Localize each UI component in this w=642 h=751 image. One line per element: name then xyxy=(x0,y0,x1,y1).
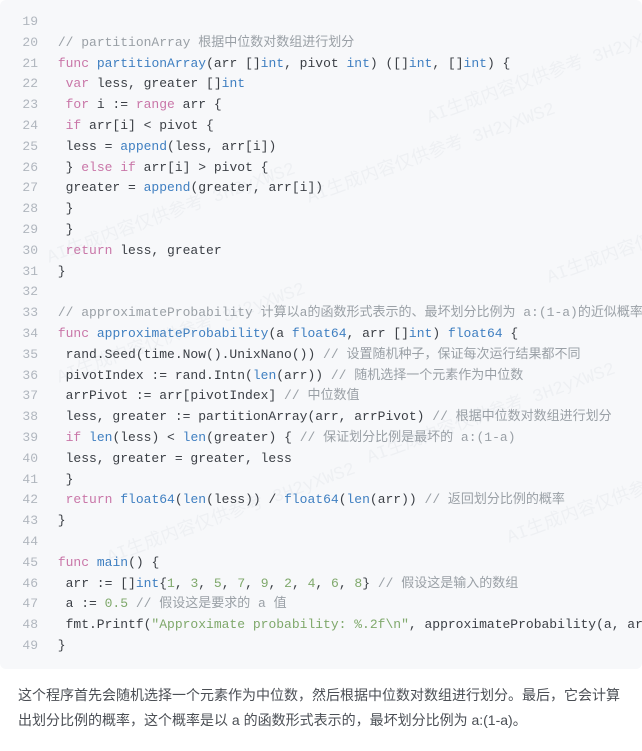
code-line: 40 less, greater = greater, less xyxy=(0,449,642,470)
code-content: less = append(less, arr[i]) xyxy=(50,137,642,158)
code-line: 49 } xyxy=(0,636,642,657)
code-content xyxy=(50,532,642,553)
code-line: 24 if arr[i] < pivot { xyxy=(0,116,642,137)
line-number: 45 xyxy=(0,553,50,574)
line-number: 23 xyxy=(0,95,50,116)
code-line: 47 a := 0.5 // 假设这是要求的 a 值 xyxy=(0,594,642,615)
code-content: arrPivot := arr[pivotIndex] // 中位数值 xyxy=(50,386,642,407)
code-content: arr := []int{1, 3, 5, 7, 9, 2, 4, 6, 8} … xyxy=(50,574,642,595)
line-number: 20 xyxy=(0,33,50,54)
line-number: 33 xyxy=(0,303,50,324)
code-line: 37 arrPivot := arr[pivotIndex] // 中位数值 xyxy=(0,386,642,407)
line-number: 36 xyxy=(0,366,50,387)
line-number: 22 xyxy=(0,74,50,95)
code-content: less, greater := partitionArray(arr, arr… xyxy=(50,407,642,428)
code-line: 38 less, greater := partitionArray(arr, … xyxy=(0,407,642,428)
line-number: 35 xyxy=(0,345,50,366)
code-line: 30 return less, greater xyxy=(0,241,642,262)
line-number: 34 xyxy=(0,324,50,345)
line-number: 27 xyxy=(0,178,50,199)
line-number: 19 xyxy=(0,12,50,33)
line-number: 47 xyxy=(0,594,50,615)
code-content: } xyxy=(50,470,642,491)
code-content: func partitionArray(arr []int, pivot int… xyxy=(50,54,642,75)
line-number: 40 xyxy=(0,449,50,470)
code-content: } xyxy=(50,220,642,241)
code-content: // partitionArray 根据中位数对数组进行划分 xyxy=(50,33,642,54)
line-number: 48 xyxy=(0,615,50,636)
code-line: 33 // approximateProbability 计算以a的函数形式表示… xyxy=(0,303,642,324)
code-line: 44 xyxy=(0,532,642,553)
code-line: 34 func approximateProbability(a float64… xyxy=(0,324,642,345)
code-content: rand.Seed(time.Now().UnixNano()) // 设置随机… xyxy=(50,345,642,366)
line-number: 29 xyxy=(0,220,50,241)
code-content: } else if arr[i] > pivot { xyxy=(50,158,642,179)
code-line: 45 func main() { xyxy=(0,553,642,574)
code-line: 20 // partitionArray 根据中位数对数组进行划分 xyxy=(0,33,642,54)
line-number: 30 xyxy=(0,241,50,262)
line-number: 49 xyxy=(0,636,50,657)
code-line: 26 } else if arr[i] > pivot { xyxy=(0,158,642,179)
code-line: 25 less = append(less, arr[i]) xyxy=(0,137,642,158)
code-content: return less, greater xyxy=(50,241,642,262)
code-content: func main() { xyxy=(50,553,642,574)
code-content: for i := range arr { xyxy=(50,95,642,116)
line-number: 41 xyxy=(0,470,50,491)
code-content: return float64(len(less)) / float64(len(… xyxy=(50,490,642,511)
line-number: 42 xyxy=(0,490,50,511)
code-content: if len(less) < len(greater) { // 保证划分比例是… xyxy=(50,428,642,449)
line-number: 46 xyxy=(0,574,50,595)
code-content: pivotIndex := rand.Intn(len(arr)) // 随机选… xyxy=(50,366,642,387)
code-content: greater = append(greater, arr[i]) xyxy=(50,178,642,199)
line-number: 38 xyxy=(0,407,50,428)
code-line: 32 xyxy=(0,282,642,303)
code-content: // approximateProbability 计算以a的函数形式表示的、最… xyxy=(50,303,642,324)
code-content: } xyxy=(50,636,642,657)
line-number: 24 xyxy=(0,116,50,137)
line-number: 25 xyxy=(0,137,50,158)
code-content: func approximateProbability(a float64, a… xyxy=(50,324,642,345)
code-line: 41 } xyxy=(0,470,642,491)
code-line: 28 } xyxy=(0,199,642,220)
code-block: AI生成内容仅供参考 3H2yXWS2 AI生成内容仅供参考 3H2yXWS2 … xyxy=(0,0,642,669)
code-content xyxy=(50,12,642,33)
code-line: 19 xyxy=(0,12,642,33)
code-line: 27 greater = append(greater, arr[i]) xyxy=(0,178,642,199)
code-content: } xyxy=(50,199,642,220)
code-content: var less, greater []int xyxy=(50,74,642,95)
line-number: 28 xyxy=(0,199,50,220)
code-line: 21 func partitionArray(arr []int, pivot … xyxy=(0,54,642,75)
line-number: 43 xyxy=(0,511,50,532)
code-line: 39 if len(less) < len(greater) { // 保证划分… xyxy=(0,428,642,449)
line-number: 32 xyxy=(0,282,50,303)
code-line: 46 arr := []int{1, 3, 5, 7, 9, 2, 4, 6, … xyxy=(0,574,642,595)
code-line: 36 pivotIndex := rand.Intn(len(arr)) // … xyxy=(0,366,642,387)
code-line: 35 rand.Seed(time.Now().UnixNano()) // 设… xyxy=(0,345,642,366)
line-number: 21 xyxy=(0,54,50,75)
code-content: } xyxy=(50,262,642,283)
code-content: } xyxy=(50,511,642,532)
line-number: 26 xyxy=(0,158,50,179)
code-line: 22 var less, greater []int xyxy=(0,74,642,95)
code-line: 43 } xyxy=(0,511,642,532)
code-line: 31 } xyxy=(0,262,642,283)
code-line: 29 } xyxy=(0,220,642,241)
code-content: a := 0.5 // 假设这是要求的 a 值 xyxy=(50,594,642,615)
line-number: 37 xyxy=(0,386,50,407)
line-number: 31 xyxy=(0,262,50,283)
code-content xyxy=(50,282,642,303)
code-line: 42 return float64(len(less)) / float64(l… xyxy=(0,490,642,511)
line-number: 44 xyxy=(0,532,50,553)
code-content: if arr[i] < pivot { xyxy=(50,116,642,137)
code-line: 48 fmt.Printf("Approximate probability: … xyxy=(0,615,642,636)
description-text: 这个程序首先会随机选择一个元素作为中位数，然后根据中位数对数组进行划分。最后，它… xyxy=(0,669,642,751)
code-content: fmt.Printf("Approximate probability: %.2… xyxy=(50,615,642,636)
code-line: 23 for i := range arr { xyxy=(0,95,642,116)
code-content: less, greater = greater, less xyxy=(50,449,642,470)
line-number: 39 xyxy=(0,428,50,449)
